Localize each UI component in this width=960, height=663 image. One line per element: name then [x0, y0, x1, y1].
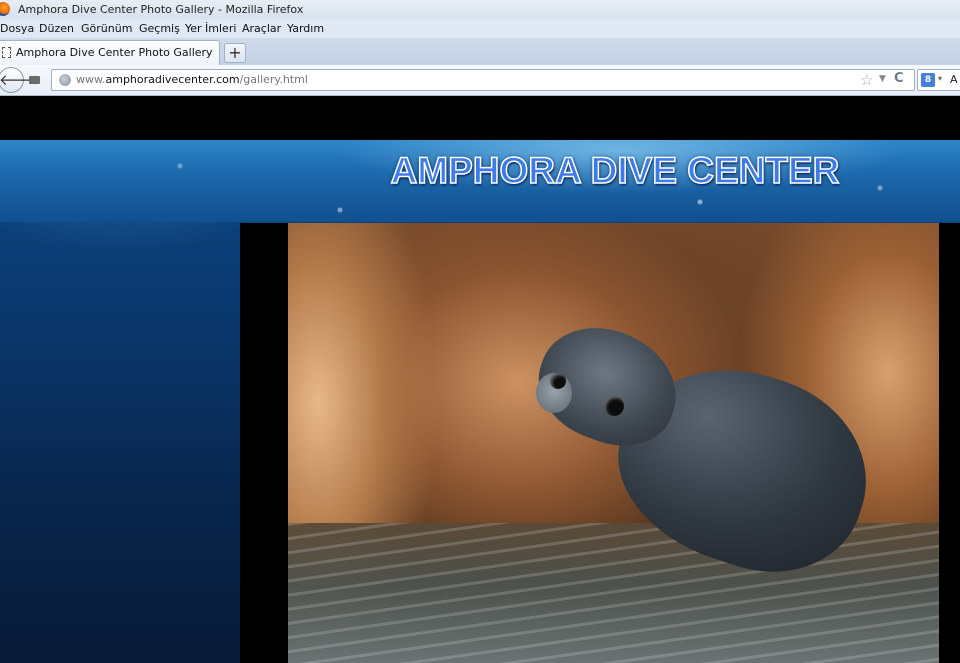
star-icon[interactable]: ☆: [860, 71, 873, 89]
photo-seal-eye: [604, 396, 624, 416]
reload-icon[interactable]: C: [894, 71, 904, 86]
forward-button[interactable]: [24, 73, 46, 88]
menu-tools[interactable]: Araçlar: [242, 19, 281, 38]
search-input[interactable]: A: [950, 73, 958, 86]
photo-seal-eye: [550, 373, 566, 389]
menu-view[interactable]: Görünüm: [81, 19, 132, 38]
globe-icon: [59, 74, 71, 86]
back-button[interactable]: 🡐: [0, 67, 39, 93]
top-black-bar: [0, 96, 960, 140]
page-favicon-icon: [2, 47, 11, 58]
window-titlebar: Amphora Dive Center Photo Gallery - Mozi…: [0, 0, 960, 19]
google-icon[interactable]: 8: [921, 73, 935, 87]
search-box[interactable]: 8 ▾ A: [917, 69, 960, 91]
menu-bookmarks[interactable]: Yer İmleri: [185, 19, 236, 38]
url-prefix: www.: [76, 73, 106, 86]
search-engine-dropdown-icon[interactable]: ▾: [938, 74, 942, 83]
history-dropdown-icon[interactable]: ▼: [879, 74, 886, 84]
menu-history[interactable]: Geçmiş: [139, 19, 180, 38]
url-bar[interactable]: www.amphoradivecenter.com/gallery.html ☆…: [51, 69, 915, 91]
menu-file[interactable]: Dosya: [0, 19, 34, 38]
menu-edit[interactable]: Düzen: [39, 19, 74, 38]
web-page: AMPHORA DIVE CENTER: [0, 96, 960, 663]
tab-label: Amphora Dive Center Photo Gallery: [16, 46, 213, 59]
folder-icon: [29, 76, 40, 84]
firefox-icon: [0, 2, 10, 16]
url-domain: amphoradivecenter.com: [105, 73, 240, 86]
menu-help[interactable]: Yardım: [287, 19, 324, 38]
gallery-photo[interactable]: [288, 223, 939, 663]
menu-bar: Dosya Düzen Görünüm Geçmiş Yer İmleri Ar…: [0, 19, 960, 38]
banner-title: AMPHORA DIVE CENTER: [390, 149, 840, 192]
gallery-frame: [240, 223, 960, 663]
url-text[interactable]: www.amphoradivecenter.com/gallery.html: [76, 73, 308, 86]
url-path: /gallery.html: [239, 73, 308, 86]
tab-gallery[interactable]: Amphora Dive Center Photo Gallery: [0, 40, 220, 65]
tab-strip: Amphora Dive Center Photo Gallery +: [0, 38, 960, 65]
window-title: Amphora Dive Center Photo Gallery - Mozi…: [18, 3, 304, 16]
navigation-bar: 🡐 www.amphoradivecenter.com/gallery.html…: [0, 65, 960, 96]
new-tab-button[interactable]: +: [224, 43, 246, 63]
site-banner: AMPHORA DIVE CENTER: [0, 140, 960, 222]
